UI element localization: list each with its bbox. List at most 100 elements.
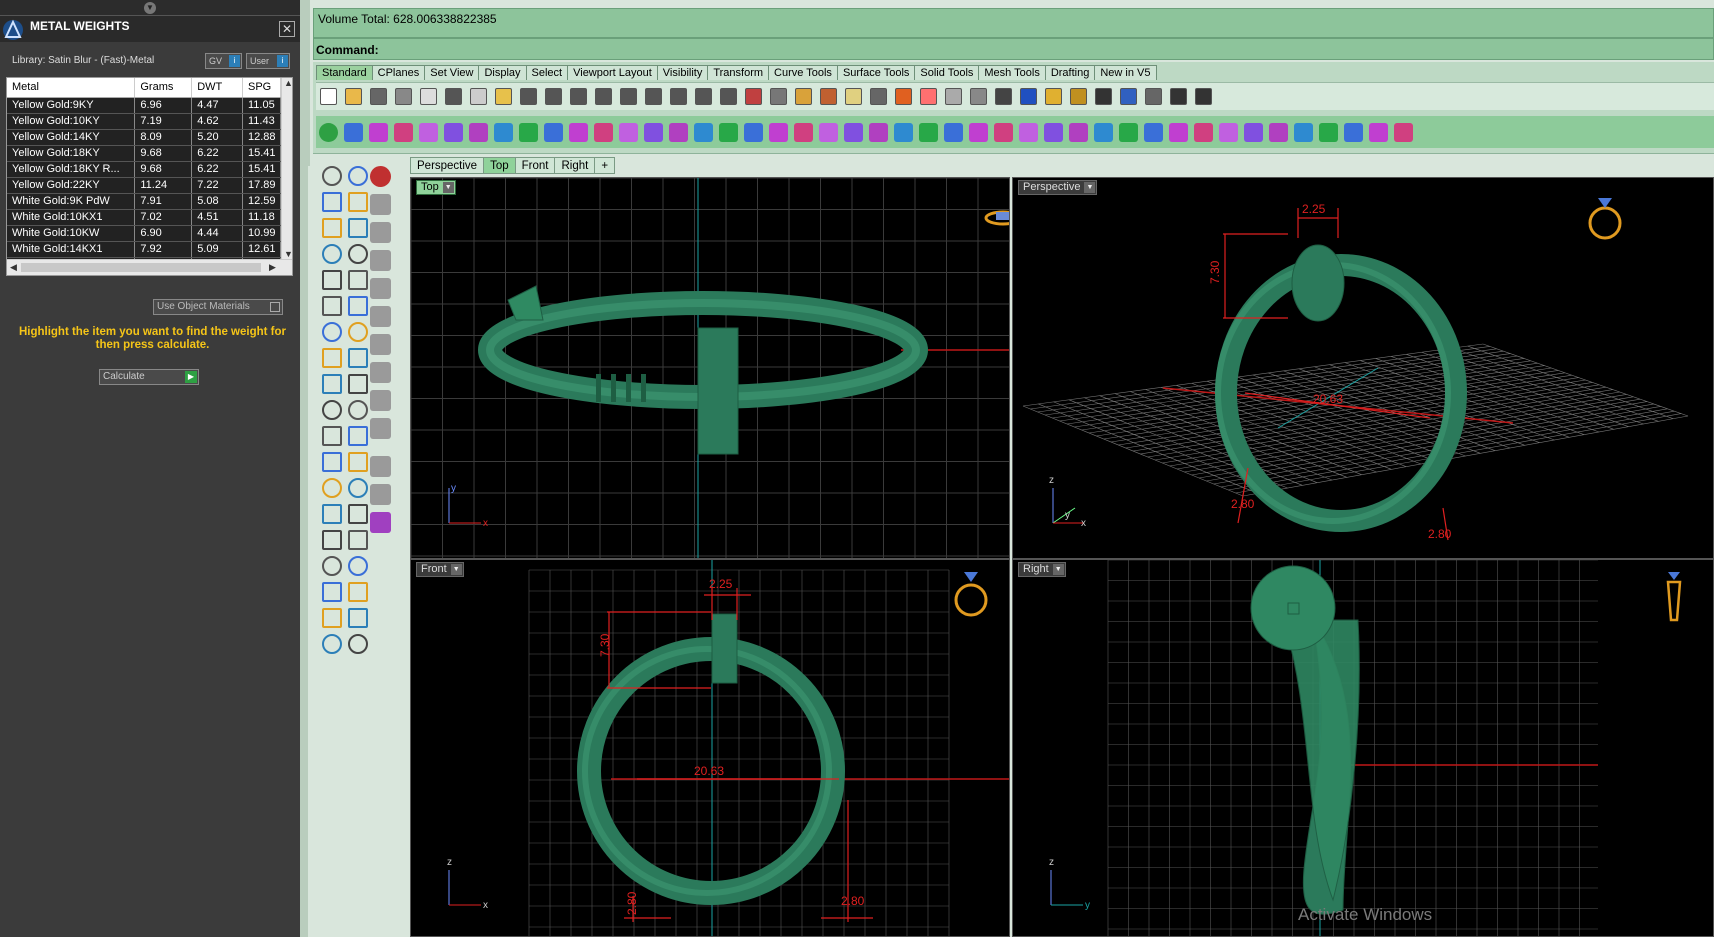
plugin-tool-icon[interactable] xyxy=(569,122,588,142)
toolbar-tab-curve-tools[interactable]: Curve Tools xyxy=(768,65,838,80)
add-viewport-icon[interactable]: + xyxy=(594,157,616,174)
render-grey-icon[interactable] xyxy=(970,88,987,105)
clock-icon[interactable] xyxy=(1145,88,1162,105)
sidebar-tool-icon[interactable] xyxy=(348,244,368,264)
toolbar-tab-mesh-tools[interactable]: Mesh Tools xyxy=(978,65,1046,80)
sidebar-tool-icon[interactable] xyxy=(348,504,368,524)
plugin-tool-icon[interactable] xyxy=(919,122,938,142)
scroll-thumb[interactable] xyxy=(21,263,261,272)
command-line[interactable]: Command: xyxy=(313,38,1714,60)
plugin-tool-icon[interactable] xyxy=(1069,122,1088,142)
sidebar-tool-icon[interactable] xyxy=(348,322,368,342)
plugin-tool-icon[interactable] xyxy=(819,122,838,142)
grid-dots-icon[interactable] xyxy=(1170,88,1187,105)
plugin-tool-icon[interactable] xyxy=(1244,122,1263,142)
viewport-label-front[interactable]: Front ▼ xyxy=(416,562,464,577)
sidebar-tool-icon[interactable] xyxy=(370,250,391,271)
table-row[interactable]: White Gold:10KX1 7.02 4.51 11.18 xyxy=(7,209,281,226)
column-header-spg[interactable]: SPG xyxy=(242,78,281,98)
plugin-tool-icon[interactable] xyxy=(394,122,413,142)
sidebar-tool-icon[interactable] xyxy=(322,166,342,186)
zoom-in-icon[interactable] xyxy=(670,88,687,105)
use-object-materials-checkbox[interactable]: Use Object Materials xyxy=(153,299,283,315)
collapse-icon[interactable]: ▼ xyxy=(144,2,156,14)
sidebar-tool-icon[interactable] xyxy=(348,348,368,368)
toolbar-tab-new-in-v5[interactable]: New in V5 xyxy=(1094,65,1157,80)
sidebar-tool-icon[interactable] xyxy=(348,634,368,654)
plugin-tool-icon[interactable] xyxy=(369,122,388,142)
user-select[interactable]: User i xyxy=(246,53,290,69)
open-file-icon[interactable] xyxy=(345,88,362,105)
viewport-top[interactable]: y x Top ▼ xyxy=(410,177,1010,559)
zoom-selected-icon[interactable] xyxy=(645,88,662,105)
render-sphere-icon[interactable] xyxy=(945,88,962,105)
viewport-front[interactable]: 7.30 2.25 20.63 2.80 2.80 z x Front ▼ xyxy=(410,559,1010,937)
plugin-tool-icon[interactable] xyxy=(1369,122,1388,142)
sidebar-tool-icon[interactable] xyxy=(322,608,342,628)
curve-tool-icon[interactable] xyxy=(1195,88,1212,105)
column-header-dwt[interactable]: DWT xyxy=(191,78,243,98)
sidebar-tool-icon[interactable] xyxy=(370,512,391,533)
plugin-tool-icon[interactable] xyxy=(1019,122,1038,142)
sidebar-tool-icon[interactable] xyxy=(348,374,368,394)
color-wheel-icon[interactable] xyxy=(920,88,937,105)
sidebar-tool-icon[interactable] xyxy=(370,484,391,505)
plugin-tool-icon[interactable] xyxy=(994,122,1013,142)
sidebar-tool-icon[interactable] xyxy=(322,530,342,550)
sidebar-tool-icon[interactable] xyxy=(370,334,391,355)
plugin-tool-icon[interactable] xyxy=(1044,122,1063,142)
chevron-down-icon[interactable]: ▼ xyxy=(450,564,462,575)
plugin-tool-icon[interactable] xyxy=(444,122,463,142)
sidebar-tool-icon[interactable] xyxy=(322,348,342,368)
plugin-tool-icon[interactable] xyxy=(419,122,438,142)
sidebar-tool-icon[interactable] xyxy=(322,556,342,576)
plugin-tool-icon[interactable] xyxy=(619,122,638,142)
plugin-tool-icon[interactable] xyxy=(1094,122,1113,142)
toolbar-tab-viewport-layout[interactable]: Viewport Layout xyxy=(567,65,658,80)
plugin-tool-icon[interactable] xyxy=(969,122,988,142)
sidebar-tool-icon[interactable] xyxy=(322,504,342,524)
table-row[interactable]: Yellow Gold:18KY 9.68 6.22 15.41 xyxy=(7,145,281,162)
scroll-right-icon[interactable]: ▶ xyxy=(269,262,276,273)
sidebar-tool-icon[interactable] xyxy=(348,192,368,212)
plugin-tool-icon[interactable] xyxy=(519,122,538,142)
table-row[interactable]: White Gold:10KW 6.90 4.44 10.99 xyxy=(7,225,281,242)
plugin-tool-icon[interactable] xyxy=(869,122,888,142)
sidebar-tool-icon[interactable] xyxy=(348,426,368,446)
sidebar-tool-icon[interactable] xyxy=(322,296,342,316)
plugin-tool-icon[interactable] xyxy=(1144,122,1163,142)
plugin-tool-icon[interactable] xyxy=(744,122,763,142)
sidebar-tool-icon[interactable] xyxy=(370,390,391,411)
light-bulb-icon[interactable] xyxy=(845,88,862,105)
plugin-tool-icon[interactable] xyxy=(1194,122,1213,142)
plugin-tool-icon[interactable] xyxy=(1119,122,1138,142)
lock-icon[interactable] xyxy=(870,88,887,105)
sidebar-tool-icon[interactable] xyxy=(348,270,368,290)
scroll-up-icon[interactable]: ▲ xyxy=(284,78,292,88)
viewport-right[interactable]: z y Right ▼ xyxy=(1012,559,1714,937)
sidebar-tool-icon[interactable] xyxy=(322,270,342,290)
gear-icon[interactable] xyxy=(1070,88,1087,105)
save-icon[interactable] xyxy=(370,88,387,105)
object-props-icon[interactable] xyxy=(820,88,837,105)
move-view-icon[interactable] xyxy=(570,88,587,105)
copy-icon[interactable] xyxy=(470,88,487,105)
viewport-tab-perspective[interactable]: Perspective xyxy=(410,157,485,174)
sidebar-tool-icon[interactable] xyxy=(322,452,342,472)
chevron-down-icon[interactable]: ▼ xyxy=(1084,182,1096,193)
sidebar-tool-icon[interactable] xyxy=(348,530,368,550)
toolbar-tab-surface-tools[interactable]: Surface Tools xyxy=(836,65,916,80)
sidebar-tool-icon[interactable] xyxy=(370,456,391,477)
sidebar-tool-icon[interactable] xyxy=(348,452,368,472)
viewport-perspective[interactable]: 7.30 2.25 20.63 2.80 2.80 z y x Perspect… xyxy=(1012,177,1714,559)
undo-icon[interactable] xyxy=(520,88,537,105)
viewport-label-top[interactable]: Top ▼ xyxy=(416,180,456,195)
checkbox-icon[interactable] xyxy=(270,302,280,312)
plugin-tool-icon[interactable] xyxy=(494,122,513,142)
sidebar-tool-icon[interactable] xyxy=(370,278,391,299)
sidebar-tool-icon[interactable] xyxy=(322,634,342,654)
sidebar-tool-icon[interactable] xyxy=(370,194,391,215)
scroll-down-icon[interactable]: ▼ xyxy=(284,249,292,259)
close-icon[interactable]: ✕ xyxy=(279,21,295,37)
plugin-tool-icon[interactable] xyxy=(1219,122,1238,142)
